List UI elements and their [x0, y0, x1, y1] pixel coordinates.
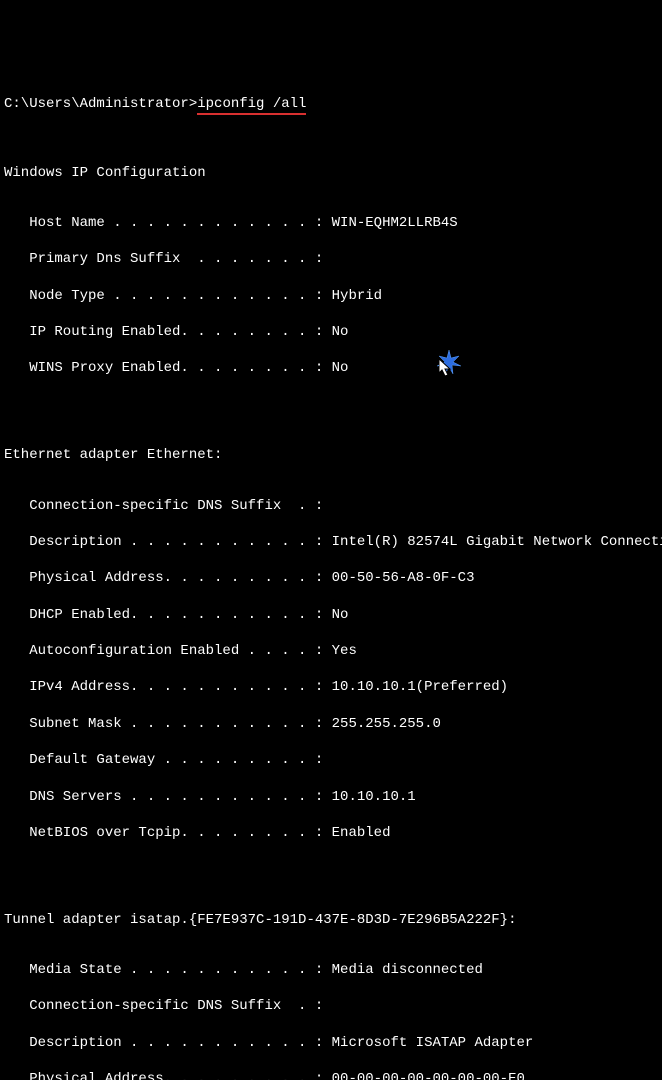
tunnel-section: Tunnel adapter isatap.{FE7E937C-191D-437… — [4, 892, 658, 1080]
eth-autoconf-value: Yes — [332, 643, 357, 659]
ipconfig-section: Windows IP Configuration Host Name . . .… — [4, 145, 658, 395]
eth-dhcp-label: DHCP Enabled. . . . . . . . . . . : — [4, 607, 332, 623]
eth-dns-value: 10.10.10.1 — [332, 789, 416, 805]
wins-proxy-value: No — [332, 360, 349, 376]
tun-phys-addr-value: 00-00-00-00-00-00-00-E0 — [332, 1071, 525, 1080]
eth-subnet-value: 255.255.255.0 — [332, 716, 441, 732]
eth-description-value: Intel(R) 82574L Gigabit Network Connecti… — [332, 534, 662, 550]
eth-ipv4-label: IPv4 Address. . . . . . . . . . . : — [4, 679, 332, 695]
tun-media-state-value: Media disconnected — [332, 962, 483, 978]
prompt-path: C:\Users\Administrator> — [4, 96, 197, 112]
tun-conn-dns-label: Connection-specific DNS Suffix . : — [4, 998, 323, 1014]
ethernet-section: Ethernet adapter Ethernet: Connection-sp… — [4, 428, 658, 860]
eth-phys-addr-value: 00-50-56-A8-0F-C3 — [332, 570, 475, 586]
eth-subnet-label: Subnet Mask . . . . . . . . . . . : — [4, 716, 332, 732]
tunnel-header: Tunnel adapter isatap.{FE7E937C-191D-437… — [4, 911, 658, 929]
eth-conn-dns-label: Connection-specific DNS Suffix . : — [4, 498, 323, 514]
ip-routing-label: IP Routing Enabled. . . . . . . . : — [4, 324, 332, 340]
eth-netbios-label: NetBIOS over Tcpip. . . . . . . . : — [4, 825, 332, 841]
ip-routing-value: No — [332, 324, 349, 340]
eth-gateway-label: Default Gateway . . . . . . . . . : — [4, 752, 323, 768]
primary-dns-suffix-label: Primary Dns Suffix . . . . . . . : — [4, 251, 323, 267]
tun-description-value: Microsoft ISATAP Adapter — [332, 1035, 534, 1051]
node-type-label: Node Type . . . . . . . . . . . . : — [4, 288, 332, 304]
eth-description-label: Description . . . . . . . . . . . : — [4, 534, 332, 550]
eth-netbios-value: Enabled — [332, 825, 391, 841]
eth-ipv4-value: 10.10.10.1(Preferred) — [332, 679, 508, 695]
tun-phys-addr-label: Physical Address. . . . . . . . . : — [4, 1071, 332, 1080]
node-type-value: Hybrid — [332, 288, 382, 304]
eth-dns-label: DNS Servers . . . . . . . . . . . : — [4, 789, 332, 805]
command-input: ipconfig /all — [197, 96, 306, 115]
host-name-label: Host Name . . . . . . . . . . . . : — [4, 215, 332, 231]
eth-phys-addr-label: Physical Address. . . . . . . . . : — [4, 570, 332, 586]
host-name-value: WIN-EQHM2LLRB4S — [332, 215, 458, 231]
tun-media-state-label: Media State . . . . . . . . . . . : — [4, 962, 332, 978]
eth-dhcp-value: No — [332, 607, 349, 623]
terminal-output[interactable]: C:\Users\Administrator>ipconfig /all Win… — [4, 77, 658, 1080]
eth-autoconf-label: Autoconfiguration Enabled . . . . : — [4, 643, 332, 659]
wins-proxy-label: WINS Proxy Enabled. . . . . . . . : — [4, 360, 332, 376]
ethernet-header: Ethernet adapter Ethernet: — [4, 446, 658, 464]
ipconfig-header: Windows IP Configuration — [4, 164, 658, 182]
tun-description-label: Description . . . . . . . . . . . : — [4, 1035, 332, 1051]
